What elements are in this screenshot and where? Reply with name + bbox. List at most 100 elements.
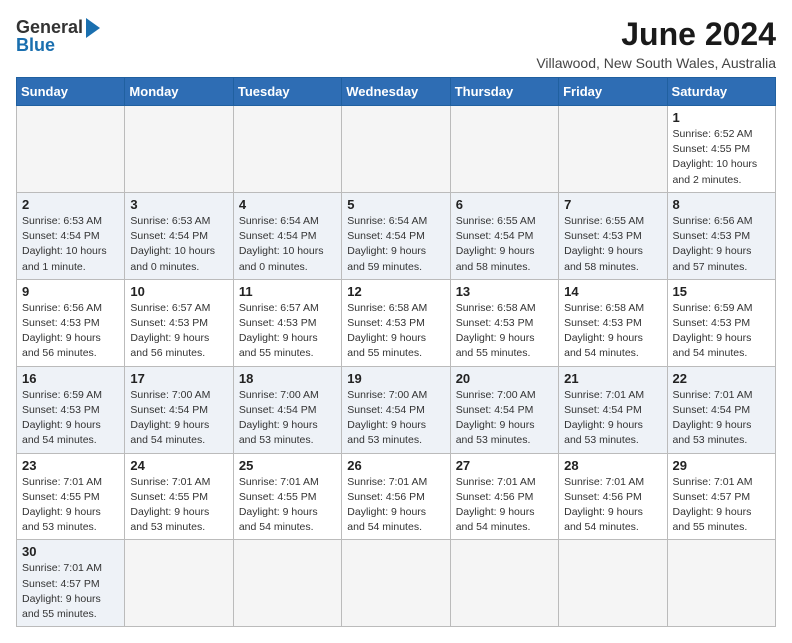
- day-number: 10: [130, 284, 227, 299]
- calendar-empty-cell: [342, 540, 450, 627]
- day-number: 3: [130, 197, 227, 212]
- calendar-day-cell: 12 Sunrise: 6:58 AM Sunset: 4:53 PM Dayli…: [342, 279, 450, 366]
- day-info: Sunrise: 6:54 AM Sunset: 4:54 PM Dayligh…: [239, 214, 336, 275]
- calendar-day-cell: 6 Sunrise: 6:55 AM Sunset: 4:54 PM Daylig…: [450, 192, 558, 279]
- calendar-day-cell: 3Sunrise: 6:53 AM Sunset: 4:54 PM Daylig…: [125, 192, 233, 279]
- calendar-day-cell: 1 Sunrise: 6:52 AM Sunset: 4:55 PM Daylig…: [667, 106, 775, 193]
- calendar-day-cell: 29 Sunrise: 7:01 AM Sunset: 4:57 PM Dayli…: [667, 453, 775, 540]
- day-number: 2: [22, 197, 119, 212]
- calendar-day-cell: 16 Sunrise: 6:59 AM Sunset: 4:53 PM Dayli…: [17, 366, 125, 453]
- day-number: 22: [673, 371, 770, 386]
- calendar-day-cell: 28 Sunrise: 7:01 AM Sunset: 4:56 PM Dayli…: [559, 453, 667, 540]
- day-number: 25: [239, 458, 336, 473]
- day-info: Sunrise: 7:01 AM Sunset: 4:56 PM Dayligh…: [564, 475, 661, 536]
- calendar-day-cell: 15 Sunrise: 6:59 AM Sunset: 4:53 PM Dayli…: [667, 279, 775, 366]
- calendar-day-cell: 5 Sunrise: 6:54 AM Sunset: 4:54 PM Daylig…: [342, 192, 450, 279]
- day-info: Sunrise: 6:55 AM Sunset: 4:54 PM Dayligh…: [456, 214, 553, 275]
- calendar-empty-cell: [450, 540, 558, 627]
- day-number: 13: [456, 284, 553, 299]
- calendar-empty-cell: [17, 106, 125, 193]
- day-info: Sunrise: 7:01 AM Sunset: 4:55 PM Dayligh…: [130, 475, 227, 536]
- calendar-week-row: 2 Sunrise: 6:53 AM Sunset: 4:54 PM Daylig…: [17, 192, 776, 279]
- calendar-empty-cell: [233, 540, 341, 627]
- calendar-day-cell: 24Sunrise: 7:01 AM Sunset: 4:55 PM Dayli…: [125, 453, 233, 540]
- day-number: 7: [564, 197, 661, 212]
- day-number: 29: [673, 458, 770, 473]
- weekday-header-thursday: Thursday: [450, 78, 558, 106]
- day-info: Sunrise: 7:01 AM Sunset: 4:57 PM Dayligh…: [22, 561, 119, 622]
- day-info: Sunrise: 7:01 AM Sunset: 4:57 PM Dayligh…: [673, 475, 770, 536]
- weekday-header-sunday: Sunday: [17, 78, 125, 106]
- calendar-day-cell: 9Sunrise: 6:56 AM Sunset: 4:53 PM Daylig…: [17, 279, 125, 366]
- day-number: 16: [22, 371, 119, 386]
- logo-text-blue: Blue: [16, 36, 55, 54]
- calendar-day-cell: 14 Sunrise: 6:58 AM Sunset: 4:53 PM Dayli…: [559, 279, 667, 366]
- month-title: June 2024: [536, 16, 776, 53]
- weekday-header-wednesday: Wednesday: [342, 78, 450, 106]
- day-number: 11: [239, 284, 336, 299]
- day-info: Sunrise: 6:59 AM Sunset: 4:53 PM Dayligh…: [22, 388, 119, 449]
- day-number: 26: [347, 458, 444, 473]
- day-info: Sunrise: 6:57 AM Sunset: 4:53 PM Dayligh…: [130, 301, 227, 362]
- day-info: Sunrise: 7:01 AM Sunset: 4:56 PM Dayligh…: [456, 475, 553, 536]
- day-info: Sunrise: 6:55 AM Sunset: 4:53 PM Dayligh…: [564, 214, 661, 275]
- calendar-week-row: 16 Sunrise: 6:59 AM Sunset: 4:53 PM Dayli…: [17, 366, 776, 453]
- day-number: 15: [673, 284, 770, 299]
- calendar-day-cell: 13 Sunrise: 6:58 AM Sunset: 4:53 PM Dayli…: [450, 279, 558, 366]
- day-info: Sunrise: 7:01 AM Sunset: 4:54 PM Dayligh…: [673, 388, 770, 449]
- day-number: 30: [22, 544, 119, 559]
- day-info: Sunrise: 6:58 AM Sunset: 4:53 PM Dayligh…: [564, 301, 661, 362]
- day-info: Sunrise: 6:59 AM Sunset: 4:53 PM Dayligh…: [673, 301, 770, 362]
- calendar-day-cell: 10 Sunrise: 6:57 AM Sunset: 4:53 PM Dayli…: [125, 279, 233, 366]
- calendar-day-cell: 27Sunrise: 7:01 AM Sunset: 4:56 PM Dayli…: [450, 453, 558, 540]
- day-number: 9: [22, 284, 119, 299]
- day-number: 8: [673, 197, 770, 212]
- calendar-day-cell: 22 Sunrise: 7:01 AM Sunset: 4:54 PM Dayli…: [667, 366, 775, 453]
- day-number: 28: [564, 458, 661, 473]
- weekday-header-tuesday: Tuesday: [233, 78, 341, 106]
- calendar-day-cell: 20 Sunrise: 7:00 AM Sunset: 4:54 PM Dayli…: [450, 366, 558, 453]
- day-info: Sunrise: 7:01 AM Sunset: 4:55 PM Dayligh…: [22, 475, 119, 536]
- day-info: Sunrise: 6:54 AM Sunset: 4:54 PM Dayligh…: [347, 214, 444, 275]
- calendar-empty-cell: [559, 540, 667, 627]
- weekday-header-saturday: Saturday: [667, 78, 775, 106]
- day-info: Sunrise: 7:01 AM Sunset: 4:55 PM Dayligh…: [239, 475, 336, 536]
- calendar-day-cell: 30 Sunrise: 7:01 AM Sunset: 4:57 PM Dayli…: [17, 540, 125, 627]
- calendar-empty-cell: [667, 540, 775, 627]
- day-info: Sunrise: 7:00 AM Sunset: 4:54 PM Dayligh…: [456, 388, 553, 449]
- calendar-header: General Blue June 2024 Villawood, New So…: [16, 16, 776, 71]
- weekday-header-friday: Friday: [559, 78, 667, 106]
- day-number: 17: [130, 371, 227, 386]
- day-info: Sunrise: 7:00 AM Sunset: 4:54 PM Dayligh…: [239, 388, 336, 449]
- day-info: Sunrise: 6:52 AM Sunset: 4:55 PM Dayligh…: [673, 127, 770, 188]
- calendar-day-cell: 8Sunrise: 6:56 AM Sunset: 4:53 PM Daylig…: [667, 192, 775, 279]
- day-number: 12: [347, 284, 444, 299]
- calendar-day-cell: 2 Sunrise: 6:53 AM Sunset: 4:54 PM Daylig…: [17, 192, 125, 279]
- day-number: 20: [456, 371, 553, 386]
- day-info: Sunrise: 6:58 AM Sunset: 4:53 PM Dayligh…: [347, 301, 444, 362]
- calendar-table: SundayMondayTuesdayWednesdayThursdayFrid…: [16, 77, 776, 627]
- day-number: 19: [347, 371, 444, 386]
- day-number: 5: [347, 197, 444, 212]
- weekday-header-monday: Monday: [125, 78, 233, 106]
- day-number: 14: [564, 284, 661, 299]
- title-block: June 2024 Villawood, New South Wales, Au…: [536, 16, 776, 71]
- calendar-day-cell: 11 Sunrise: 6:57 AM Sunset: 4:53 PM Dayli…: [233, 279, 341, 366]
- calendar-week-row: 23 Sunrise: 7:01 AM Sunset: 4:55 PM Dayli…: [17, 453, 776, 540]
- day-number: 23: [22, 458, 119, 473]
- weekday-header-row: SundayMondayTuesdayWednesdayThursdayFrid…: [17, 78, 776, 106]
- calendar-day-cell: 7 Sunrise: 6:55 AM Sunset: 4:53 PM Daylig…: [559, 192, 667, 279]
- day-info: Sunrise: 7:01 AM Sunset: 4:56 PM Dayligh…: [347, 475, 444, 536]
- day-info: Sunrise: 6:58 AM Sunset: 4:53 PM Dayligh…: [456, 301, 553, 362]
- calendar-day-cell: 23 Sunrise: 7:01 AM Sunset: 4:55 PM Dayli…: [17, 453, 125, 540]
- logo-triangle-icon: [86, 18, 100, 38]
- calendar-day-cell: 19Sunrise: 7:00 AM Sunset: 4:54 PM Dayli…: [342, 366, 450, 453]
- day-info: Sunrise: 6:53 AM Sunset: 4:54 PM Dayligh…: [22, 214, 119, 275]
- day-number: 6: [456, 197, 553, 212]
- calendar-day-cell: 21Sunrise: 7:01 AM Sunset: 4:54 PM Dayli…: [559, 366, 667, 453]
- calendar-week-row: 9Sunrise: 6:56 AM Sunset: 4:53 PM Daylig…: [17, 279, 776, 366]
- day-number: 18: [239, 371, 336, 386]
- day-number: 1: [673, 110, 770, 125]
- day-info: Sunrise: 6:57 AM Sunset: 4:53 PM Dayligh…: [239, 301, 336, 362]
- calendar-empty-cell: [233, 106, 341, 193]
